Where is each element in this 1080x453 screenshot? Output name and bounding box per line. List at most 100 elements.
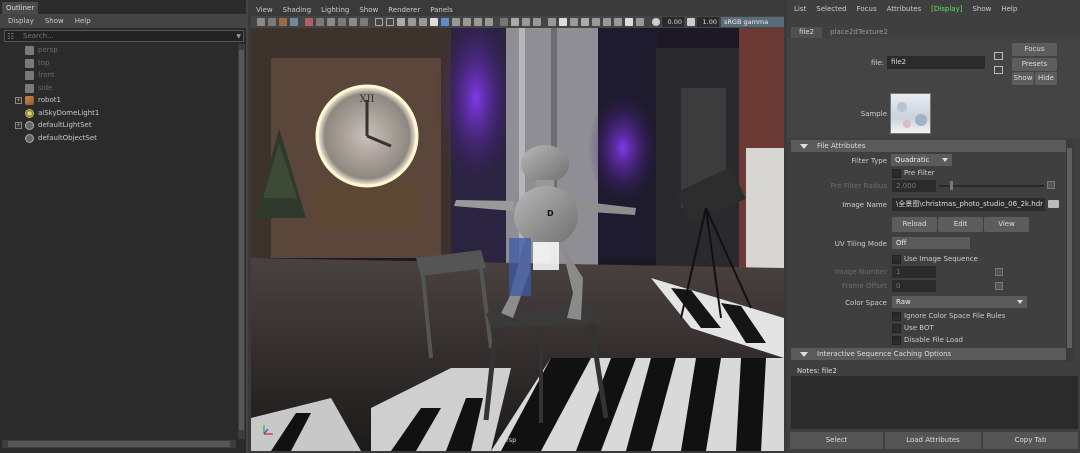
view-transform-icon[interactable]: [559, 18, 567, 26]
color-space-dropdown[interactable]: Raw: [892, 296, 1027, 308]
copy-tab-button[interactable]: Copy Tab: [983, 432, 1078, 449]
stereo-icon[interactable]: [614, 18, 622, 26]
resolution-gate-icon[interactable]: [327, 18, 335, 26]
ae-menu-display[interactable]: [Display]: [931, 3, 962, 15]
shadows-icon[interactable]: [441, 18, 449, 26]
ae-menu-help[interactable]: Help: [1001, 3, 1017, 15]
outliner-item-front[interactable]: front: [0, 69, 236, 82]
xray-joints-icon[interactable]: [522, 18, 530, 26]
select-button[interactable]: Select: [790, 432, 883, 449]
ae-vertical-scrollbar[interactable]: [1066, 140, 1073, 362]
camera-attributes-icon[interactable]: [268, 18, 276, 26]
outliner-title-tab[interactable]: Outliner: [2, 2, 39, 14]
colorspace-dropdown[interactable]: sRGB gamma: [721, 17, 784, 27]
ignore-cs-rules-checkbox[interactable]: [892, 312, 901, 321]
textured-icon[interactable]: [419, 18, 427, 26]
use-bot-checkbox[interactable]: [892, 324, 901, 333]
use-image-sequence-checkbox[interactable]: [892, 255, 901, 264]
grid-toggle-icon[interactable]: [305, 18, 313, 26]
map-button-icon[interactable]: [1047, 181, 1055, 189]
exposure-icon[interactable]: [570, 18, 578, 26]
outliner-item-side[interactable]: side: [0, 82, 236, 95]
ae-menu-selected[interactable]: Selected: [816, 3, 846, 15]
pre-filter-radius-field[interactable]: 2.000: [892, 180, 936, 192]
viewport-menu-shading[interactable]: Shading: [283, 4, 311, 16]
outliner-item-defaultlightset[interactable]: + defaultLightSet: [0, 119, 236, 132]
outliner-item-robot1[interactable]: + robot1: [0, 94, 236, 107]
hud-icon[interactable]: [548, 18, 556, 26]
xray-icon[interactable]: [511, 18, 519, 26]
antialiasing-icon[interactable]: [474, 18, 482, 26]
sun-icon[interactable]: [636, 18, 644, 26]
panel-layout-icon[interactable]: [625, 18, 633, 26]
viewport-menu-lighting[interactable]: Lighting: [321, 4, 349, 16]
field-chart-icon[interactable]: [349, 18, 357, 26]
expand-icon[interactable]: +: [15, 97, 22, 104]
edit-button[interactable]: Edit: [938, 217, 983, 232]
viewport-menu-renderer[interactable]: Renderer: [388, 4, 420, 16]
ae-menu-focus[interactable]: Focus: [857, 3, 877, 15]
bookmark-icon[interactable]: [279, 18, 287, 26]
color-management-icon[interactable]: [592, 18, 600, 26]
wireframe-on-shaded-icon[interactable]: [408, 18, 416, 26]
isolate-select-icon[interactable]: [500, 18, 508, 26]
viewport-3d[interactable]: XII D persp: [251, 28, 784, 451]
gate-mask-icon[interactable]: [338, 18, 346, 26]
pre-filter-checkbox[interactable]: [892, 169, 901, 178]
outliner-item-top[interactable]: top: [0, 57, 236, 70]
outliner-item-defaultobjectset[interactable]: defaultObjectSet: [0, 132, 236, 145]
filter-type-dropdown[interactable]: Quadratic: [891, 154, 952, 166]
outliner-search-input[interactable]: ☷ Search... ▼: [4, 30, 244, 42]
wireframe-icon[interactable]: [386, 18, 394, 26]
frame-offset-field[interactable]: 0: [892, 280, 936, 292]
expand-icon[interactable]: +: [15, 122, 22, 129]
tab-place2dtexture2[interactable]: place2dTexture2: [822, 27, 896, 38]
file-node-name-field[interactable]: file2: [887, 56, 985, 69]
outliner-horizontal-scrollbar[interactable]: [2, 440, 236, 448]
notes-textarea[interactable]: [791, 376, 1078, 429]
ae-menu-list[interactable]: List: [794, 3, 806, 15]
viewport-menu-view[interactable]: View: [256, 4, 273, 16]
tab-file2[interactable]: file2: [791, 27, 823, 38]
disable-file-load-checkbox[interactable]: [892, 336, 901, 345]
focus-button[interactable]: Focus: [1012, 43, 1057, 56]
frame-offset-map-icon[interactable]: [995, 282, 1003, 290]
search-options-icon[interactable]: ☷: [7, 32, 17, 41]
ae-menu-attributes[interactable]: Attributes: [887, 3, 922, 15]
gamma-reset-icon[interactable]: [687, 18, 695, 26]
input-connection-icon[interactable]: [994, 52, 1003, 60]
channel-icon[interactable]: [603, 18, 611, 26]
image-number-field[interactable]: 1: [892, 266, 936, 278]
outliner-item-skydome[interactable]: aiSkyDomeLight1: [0, 107, 236, 120]
depth-of-field-icon[interactable]: [485, 18, 493, 26]
outliner-menu-show[interactable]: Show: [45, 14, 64, 28]
ambient-occlusion-icon[interactable]: [452, 18, 460, 26]
pre-filter-radius-slider-handle[interactable]: [950, 181, 953, 190]
viewport-menu-show[interactable]: Show: [359, 4, 378, 16]
output-connection-icon[interactable]: [994, 66, 1003, 74]
ae-menu-show[interactable]: Show: [972, 3, 991, 15]
gamma-field[interactable]: 1.00: [697, 17, 719, 27]
uv-tiling-mode-dropdown[interactable]: Off: [892, 237, 970, 249]
gamma-icon[interactable]: [581, 18, 589, 26]
xray-active-icon[interactable]: [533, 18, 541, 26]
load-attributes-button[interactable]: Load Attributes: [885, 432, 981, 449]
hide-button[interactable]: Hide: [1035, 72, 1057, 85]
outliner-menu-help[interactable]: Help: [75, 14, 91, 28]
show-button[interactable]: Show: [1012, 72, 1034, 85]
search-dropdown-icon[interactable]: ▼: [236, 31, 241, 42]
image-number-map-icon[interactable]: [995, 268, 1003, 276]
film-gate-icon[interactable]: [316, 18, 324, 26]
grid-icon[interactable]: [375, 18, 383, 26]
lights-icon[interactable]: [430, 18, 438, 26]
exposure-reset-icon[interactable]: [652, 18, 660, 26]
pre-filter-radius-slider[interactable]: [939, 185, 1044, 187]
image-name-field[interactable]: \全景图\christmas_photo_studio_06_2k.hdr: [892, 198, 1045, 211]
motion-blur-icon[interactable]: [463, 18, 471, 26]
outliner-item-persp[interactable]: persp: [0, 44, 236, 57]
folder-icon[interactable]: [1048, 200, 1059, 208]
interactive-caching-section-header[interactable]: Interactive Sequence Caching Options: [791, 348, 1066, 360]
image-plane-icon[interactable]: [290, 18, 298, 26]
presets-button[interactable]: Presets: [1012, 58, 1057, 71]
outliner-vertical-scrollbar[interactable]: [238, 44, 245, 439]
